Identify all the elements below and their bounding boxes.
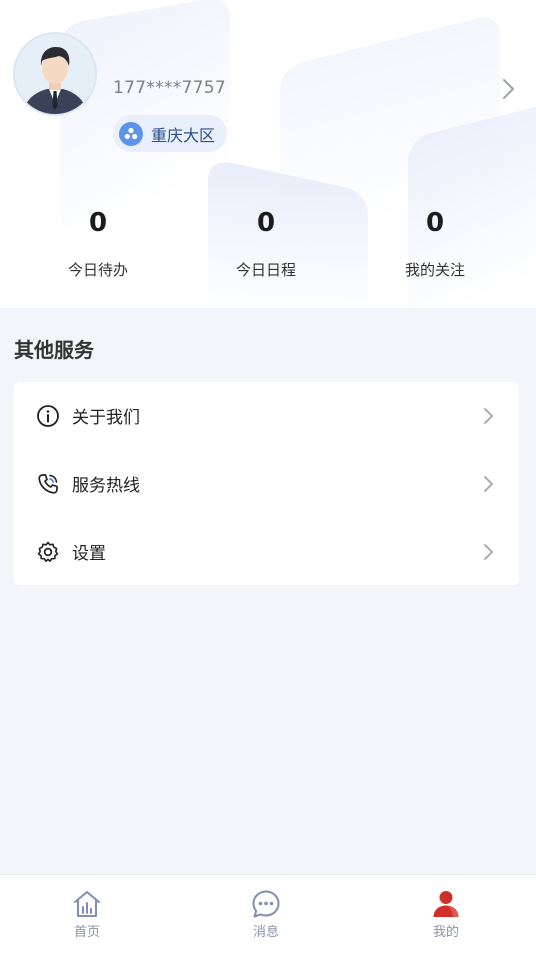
stat-value: 0: [256, 208, 276, 238]
tab-bar: 首页 消息 我的: [0, 874, 536, 955]
tab-mine[interactable]: 我的: [406, 889, 486, 940]
avatar-image: [15, 34, 95, 114]
chevron-right-icon: [484, 543, 493, 560]
tab-label: 消息: [252, 925, 279, 940]
chevron-right-icon: [484, 407, 493, 424]
info-icon: [37, 404, 59, 427]
region-badge[interactable]: 重庆大区: [113, 115, 228, 152]
stat-label: 我的关注: [404, 261, 465, 279]
menu-item-settings[interactable]: 设置: [14, 518, 519, 585]
tab-label: 我的: [432, 925, 459, 940]
section-title: 其他服务: [14, 338, 94, 362]
stat-todo[interactable]: 0 今日待办: [28, 205, 168, 280]
user-icon: [433, 891, 459, 917]
avatar[interactable]: [13, 32, 97, 116]
chevron-right-icon[interactable]: [498, 78, 518, 100]
tab-label: 首页: [73, 925, 100, 940]
region-label: 重庆大区: [151, 125, 216, 145]
stat-value: 0: [88, 208, 108, 238]
menu-item-label: 关于我们: [72, 408, 140, 428]
tab-home[interactable]: 首页: [47, 889, 127, 940]
chat-icon: [252, 890, 280, 918]
region-icon: [119, 121, 143, 146]
menu-item-hotline[interactable]: 服务热线: [14, 450, 519, 517]
phone-icon: [38, 473, 58, 494]
phone-number: 177****7757: [113, 78, 227, 98]
stat-label: 今日日程: [235, 261, 296, 279]
menu-item-label: 设置: [72, 544, 106, 564]
stat-value: 0: [425, 208, 445, 238]
home-icon: [74, 891, 100, 917]
menu-item-label: 服务热线: [72, 476, 140, 496]
menu-item-about[interactable]: 关于我们: [14, 382, 519, 449]
gear-icon: [37, 541, 59, 562]
chevron-right-icon: [484, 475, 493, 492]
tab-messages[interactable]: 消息: [226, 889, 306, 940]
profile-header: 177****7757 重庆大区 0 今日待办 0 今日日程 0 我的关注: [0, 0, 536, 308]
stat-label: 今日待办: [67, 261, 128, 279]
stat-follow[interactable]: 0 我的关注: [365, 205, 505, 280]
services-menu: 关于我们 服务热线 设置: [14, 382, 519, 585]
stat-schedule[interactable]: 0 今日日程: [196, 205, 336, 280]
